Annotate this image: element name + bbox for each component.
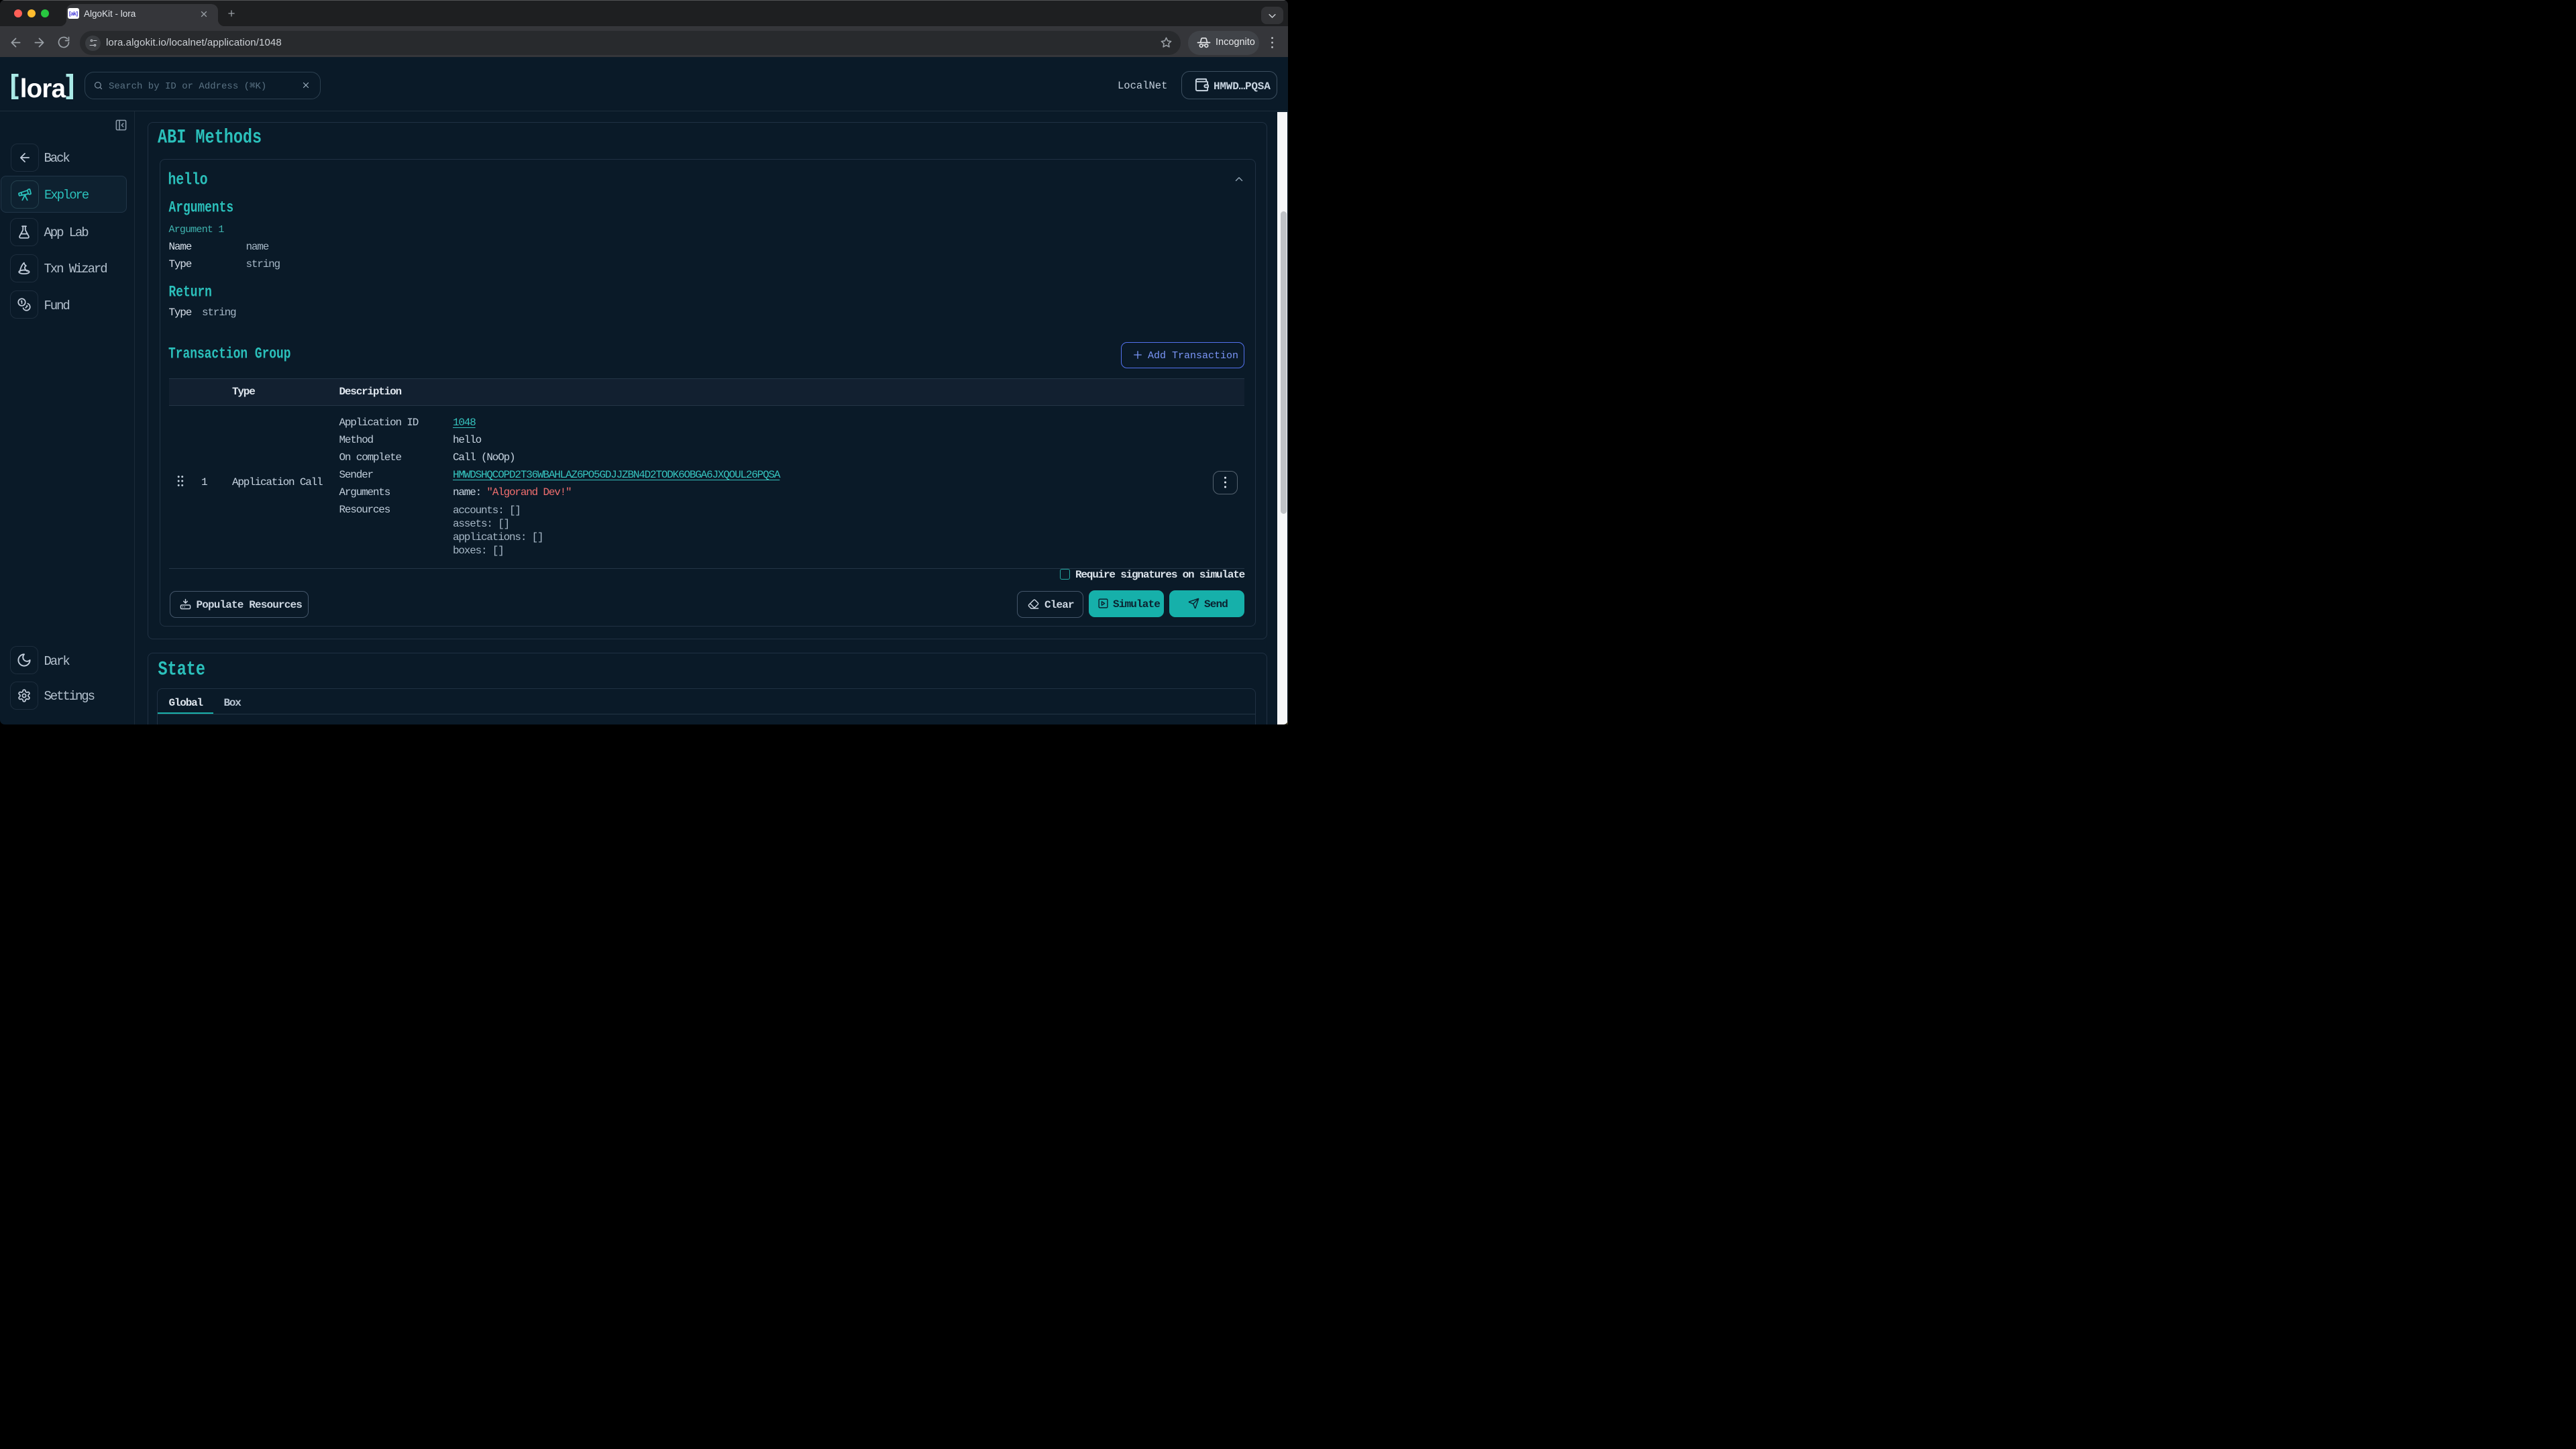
svg-text:lora: lora <box>19 74 66 99</box>
